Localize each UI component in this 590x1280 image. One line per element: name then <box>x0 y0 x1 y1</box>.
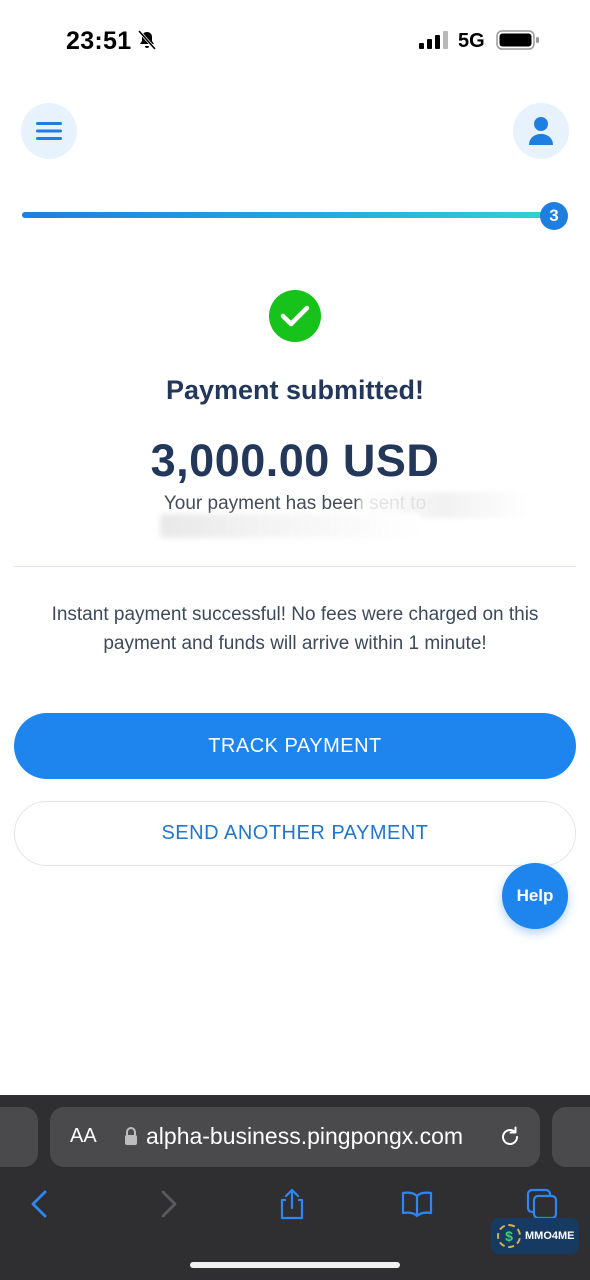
previous-tab-preview[interactable] <box>0 1107 38 1167</box>
profile-button[interactable] <box>513 103 569 159</box>
signal-icon <box>419 31 448 49</box>
network-type: 5G <box>458 30 485 52</box>
tabs-icon[interactable] <box>526 1188 558 1220</box>
bookmarks-icon[interactable] <box>401 1188 433 1220</box>
status-bar: 23:51 5G <box>0 0 590 80</box>
send-another-payment-button[interactable]: SEND ANOTHER PAYMENT <box>14 801 576 866</box>
divider <box>14 566 576 567</box>
address-bar[interactable]: AA alpha-business.pingpongx.com <box>50 1107 540 1167</box>
page-title: Payment submitted! <box>165 375 425 405</box>
success-badge <box>269 290 321 342</box>
menu-icon <box>36 122 62 140</box>
progress-bar <box>22 212 552 218</box>
forward-icon[interactable] <box>152 1188 184 1220</box>
redacted-recipient-email <box>160 514 420 538</box>
step-badge: 3 <box>540 202 568 230</box>
menu-button[interactable] <box>21 103 77 159</box>
user-icon <box>529 117 553 145</box>
dollar-coin-icon: $ <box>497 1224 521 1248</box>
reload-icon[interactable] <box>498 1125 522 1149</box>
watermark-text: MMO4ME <box>525 1230 575 1242</box>
bell-slash-icon <box>137 30 157 50</box>
back-icon[interactable] <box>24 1188 56 1220</box>
share-icon[interactable] <box>276 1188 308 1220</box>
help-button[interactable]: Help <box>502 863 568 929</box>
next-tab-preview[interactable] <box>552 1107 590 1167</box>
watermark-logo: $ MMO4ME <box>491 1218 579 1254</box>
battery-icon <box>496 30 539 50</box>
url-text[interactable]: alpha-business.pingpongx.com <box>146 1123 463 1150</box>
clock: 23:51 <box>66 27 132 55</box>
text-size-button[interactable]: AA <box>70 1125 97 1148</box>
track-payment-button[interactable]: TRACK PAYMENT <box>14 713 576 779</box>
payment-amount: 3,000.00 USD <box>150 435 440 486</box>
lock-icon <box>125 1127 137 1145</box>
check-icon <box>280 305 310 327</box>
success-note: Instant payment successful! No fees were… <box>51 604 539 654</box>
home-indicator[interactable] <box>190 1262 400 1268</box>
